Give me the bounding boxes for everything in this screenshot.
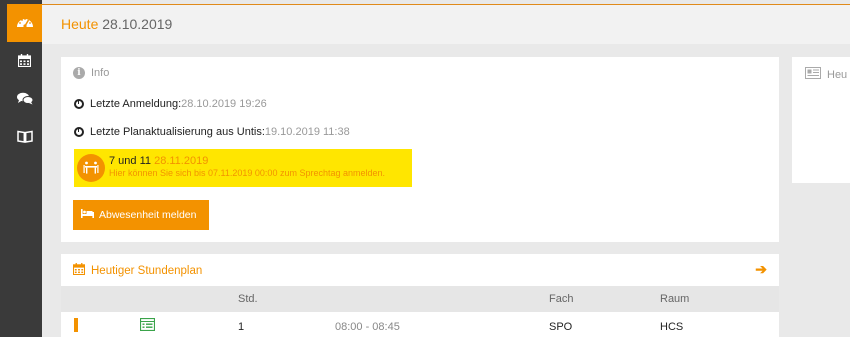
- column-room: Raum: [660, 293, 690, 305]
- calendar-nav-item[interactable]: [7, 44, 42, 80]
- chat-icon: [16, 92, 33, 108]
- last-login-line: Letzte Anmeldung: 28.10.2019 19:26: [74, 98, 267, 110]
- last-update-line: Letzte Planaktualisierung aus Untis: 19.…: [74, 126, 350, 138]
- sidebar: [0, 0, 42, 337]
- notice-title: 7 und 11 28.11.2019: [109, 155, 209, 167]
- report-absence-button[interactable]: Abwesenheit melden: [73, 200, 209, 230]
- column-subject: Fach: [549, 293, 574, 305]
- newspaper-icon: [805, 67, 821, 82]
- page-header: Heute 28.10.2019: [42, 4, 850, 44]
- table-row[interactable]: 1 08:00 - 08:45 SPO HCS: [61, 312, 779, 337]
- calendar-icon: [72, 263, 86, 278]
- clock-icon: [74, 99, 84, 109]
- book-icon: [16, 130, 33, 146]
- schedule-header-row: Std. Fach Raum: [61, 286, 779, 312]
- clock-icon: [74, 127, 84, 137]
- book-nav-item[interactable]: [7, 120, 42, 156]
- lesson-room: HCS: [660, 321, 684, 333]
- lesson-status-bar: [74, 318, 78, 332]
- dashboard-nav-item[interactable]: [7, 4, 42, 42]
- bed-icon: [81, 209, 94, 221]
- news-heading: Heu: [805, 67, 847, 82]
- info-heading: i Info: [73, 67, 109, 79]
- last-update-label: Letzte Planaktualisierung aus Untis:: [90, 126, 265, 138]
- schedule-heading-label: Heutiger Stundenplan: [91, 264, 203, 277]
- parent-day-notice[interactable]: 7 und 11 28.11.2019 Hier können Sie sich…: [74, 149, 412, 187]
- lesson-details-icon[interactable]: [139, 317, 156, 334]
- column-period: Std.: [238, 293, 258, 305]
- dashboard-icon: [16, 15, 34, 32]
- info-panel: i Info Letzte Anmeldung: 28.10.2019 19:2…: [61, 57, 779, 242]
- news-heading-label: Heu: [827, 68, 848, 81]
- info-icon: i: [73, 67, 85, 79]
- schedule-heading[interactable]: Heutiger Stundenplan: [72, 263, 203, 278]
- last-login-value: 28.10.2019 19:26: [181, 98, 267, 110]
- arrow-right-icon[interactable]: ➔: [755, 261, 767, 278]
- notice-text: Hier können Sie sich bis 07.11.2019 00:0…: [109, 168, 386, 178]
- lesson-time: 08:00 - 08:45: [335, 321, 400, 333]
- last-login-label: Letzte Anmeldung:: [90, 98, 182, 110]
- parent-day-icon: [77, 154, 105, 182]
- last-update-value: 19.10.2019 11:38: [264, 126, 350, 138]
- news-panel: Heu: [792, 57, 850, 183]
- calendar-icon: [17, 54, 32, 70]
- page-title-today: Heute: [61, 16, 99, 32]
- messages-nav-item[interactable]: [7, 82, 42, 118]
- lesson-period: 1: [238, 321, 245, 333]
- report-absence-label: Abwesenheit melden: [99, 209, 197, 221]
- page-title: Heute 28.10.2019: [61, 16, 172, 32]
- schedule-panel: Heutiger Stundenplan ➔ Std. Fach Raum 1 …: [61, 254, 779, 337]
- lesson-subject: SPO: [549, 321, 573, 333]
- page-title-date: 28.10.2019: [102, 16, 173, 32]
